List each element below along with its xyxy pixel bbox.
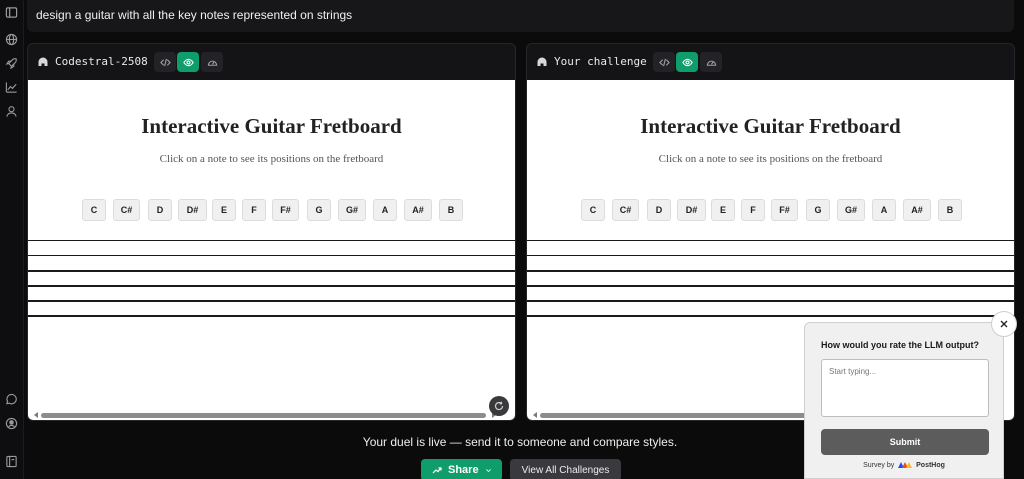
panel-header: Your challenge [527, 44, 1014, 80]
sidebar-toggle-icon[interactable] [5, 6, 18, 19]
survey-question: How would you rate the LLM output? [821, 340, 979, 350]
note-button[interactable]: G# [837, 199, 865, 221]
note-button[interactable]: D [148, 199, 172, 221]
guitar-string [527, 285, 1014, 287]
guitar-string [28, 270, 515, 272]
book-icon[interactable] [5, 455, 18, 468]
survey-by-label: Survey by [863, 462, 895, 469]
note-button[interactable]: C [581, 199, 605, 221]
note-button[interactable]: A# [903, 199, 931, 221]
preview-frame[interactable]: Interactive Guitar Fretboard Click on a … [28, 80, 515, 420]
survey-submit-button[interactable]: Submit [821, 429, 989, 455]
rocket-icon[interactable] [5, 57, 18, 70]
note-button[interactable]: C# [612, 199, 639, 221]
note-button[interactable]: A [872, 199, 896, 221]
note-button[interactable]: F# [272, 199, 299, 221]
guitar-string [28, 255, 515, 256]
note-button[interactable]: F [741, 199, 765, 221]
view-performance-button[interactable] [700, 52, 722, 72]
guitar-string [527, 315, 1014, 317]
globe-icon[interactable] [5, 33, 18, 46]
note-button[interactable]: D# [677, 199, 706, 221]
share-label: Share [448, 464, 479, 476]
horizontal-scrollbar[interactable] [34, 412, 510, 418]
chevron-down-icon [485, 468, 491, 472]
model-name: Codestral-2508 [55, 55, 148, 68]
scroll-left-icon[interactable] [533, 412, 537, 418]
app-root: design a guitar with all the key notes r… [0, 0, 1024, 479]
share-icon [432, 467, 442, 474]
note-button[interactable]: G# [338, 199, 366, 221]
note-button[interactable]: B [938, 199, 962, 221]
scroll-left-icon[interactable] [34, 412, 38, 418]
account-icon[interactable] [5, 417, 18, 430]
refresh-icon [494, 401, 504, 411]
view-preview-button[interactable] [177, 52, 199, 72]
refresh-button[interactable] [489, 396, 509, 416]
guitar-string [527, 255, 1014, 256]
share-button[interactable]: Share [421, 459, 502, 479]
prompt-text: design a guitar with all the key notes r… [36, 8, 353, 22]
note-button[interactable]: A# [404, 199, 432, 221]
model-logo-icon [38, 57, 48, 67]
note-button[interactable]: D [647, 199, 671, 221]
left-sidebar [0, 0, 24, 479]
note-button[interactable]: G [307, 199, 331, 221]
view-all-challenges-button[interactable]: View All Challenges [510, 459, 621, 479]
guitar-string [527, 300, 1014, 302]
survey-response-input[interactable] [821, 359, 989, 417]
view-code-button[interactable] [154, 52, 176, 72]
note-button[interactable]: C# [113, 199, 140, 221]
note-button[interactable]: E [212, 199, 236, 221]
fretboard-title: Interactive Guitar Fretboard [141, 114, 402, 138]
view-performance-button[interactable] [201, 52, 223, 72]
fretboard-subtitle: Click on a note to see its positions on … [159, 153, 384, 165]
note-button[interactable]: D# [178, 199, 207, 221]
code-icon [159, 58, 171, 66]
note-buttons: C C# D D# E F F# G G# A A# B [28, 199, 515, 221]
guitar-string [28, 315, 515, 317]
prompt-bar: design a guitar with all the key notes r… [27, 0, 1014, 32]
gauge-icon [706, 60, 716, 66]
note-button[interactable]: F# [771, 199, 798, 221]
survey-brand: PostHog [916, 462, 945, 469]
note-button[interactable]: E [711, 199, 735, 221]
panel-header: Codestral-2508 [28, 44, 515, 80]
note-button[interactable]: B [439, 199, 463, 221]
guitar-string [28, 285, 515, 287]
view-code-button[interactable] [653, 52, 675, 72]
note-button[interactable]: C [82, 199, 106, 221]
model-name: Your challenge [554, 55, 647, 68]
eye-icon [681, 58, 693, 66]
note-button[interactable]: A [373, 199, 397, 221]
close-icon [1000, 320, 1008, 328]
guitar-string [28, 240, 515, 241]
scrollbar-thumb[interactable] [41, 413, 486, 418]
fretboard-title: Interactive Guitar Fretboard [640, 114, 901, 138]
model-panel-left: Codestral-2508 Interactive Guitar Fretbo… [27, 43, 516, 421]
note-button[interactable]: G [806, 199, 830, 221]
chart-icon[interactable] [5, 81, 18, 94]
note-buttons: C C# D D# E F F# G G# A A# B [527, 199, 1014, 221]
user-icon[interactable] [5, 105, 18, 118]
survey-popup: How would you rate the LLM output? Submi… [804, 322, 1004, 479]
guitar-string [527, 270, 1014, 272]
model-logo-icon [537, 57, 547, 67]
guitar-string [28, 300, 515, 302]
chat-icon[interactable] [5, 393, 18, 406]
guitar-string [527, 240, 1014, 241]
posthog-logo-icon [898, 462, 913, 469]
fretboard-subtitle: Click on a note to see its positions on … [658, 153, 883, 165]
code-icon [658, 58, 670, 66]
note-button[interactable]: F [242, 199, 266, 221]
view-preview-button[interactable] [676, 52, 698, 72]
survey-close-button[interactable] [991, 311, 1017, 337]
gauge-icon [207, 60, 217, 66]
eye-icon [182, 58, 194, 66]
survey-attribution: Survey by PostHog [805, 462, 1003, 469]
